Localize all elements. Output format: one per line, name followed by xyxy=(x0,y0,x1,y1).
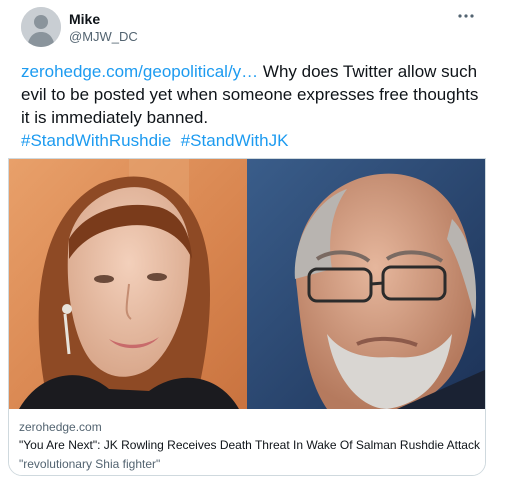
hashtag-standwithjk[interactable]: #StandWithJK xyxy=(181,131,289,150)
card-title: "You Are Next": JK Rowling Receives Deat… xyxy=(19,438,480,452)
link-card[interactable]: zerohedge.com "You Are Next": JK Rowling… xyxy=(8,158,486,476)
avatar[interactable] xyxy=(21,7,61,47)
user-name[interactable]: Mike xyxy=(69,11,100,27)
card-media xyxy=(9,159,485,409)
user-handle[interactable]: @MJW_DC xyxy=(69,29,138,44)
card-info: zerohedge.com "You Are Next": JK Rowling… xyxy=(9,409,485,475)
card-domain: zerohedge.com xyxy=(19,420,102,434)
tweet: Mike @MJW_DC zerohedge.com/geopolitical/… xyxy=(0,0,506,482)
card-image-right xyxy=(247,159,485,409)
hashtag-standwithrushdie[interactable]: #StandWithRushdie xyxy=(21,131,171,150)
card-description: "revolutionary Shia fighter" xyxy=(19,457,161,471)
more-options-button[interactable] xyxy=(457,7,475,25)
tweet-link[interactable]: zerohedge.com/geopolitical/y… xyxy=(21,62,258,81)
tweet-text: zerohedge.com/geopolitical/y… Why does T… xyxy=(21,60,491,152)
more-options-icon xyxy=(458,14,474,18)
default-avatar-icon xyxy=(21,7,61,47)
card-image-left xyxy=(9,159,247,409)
